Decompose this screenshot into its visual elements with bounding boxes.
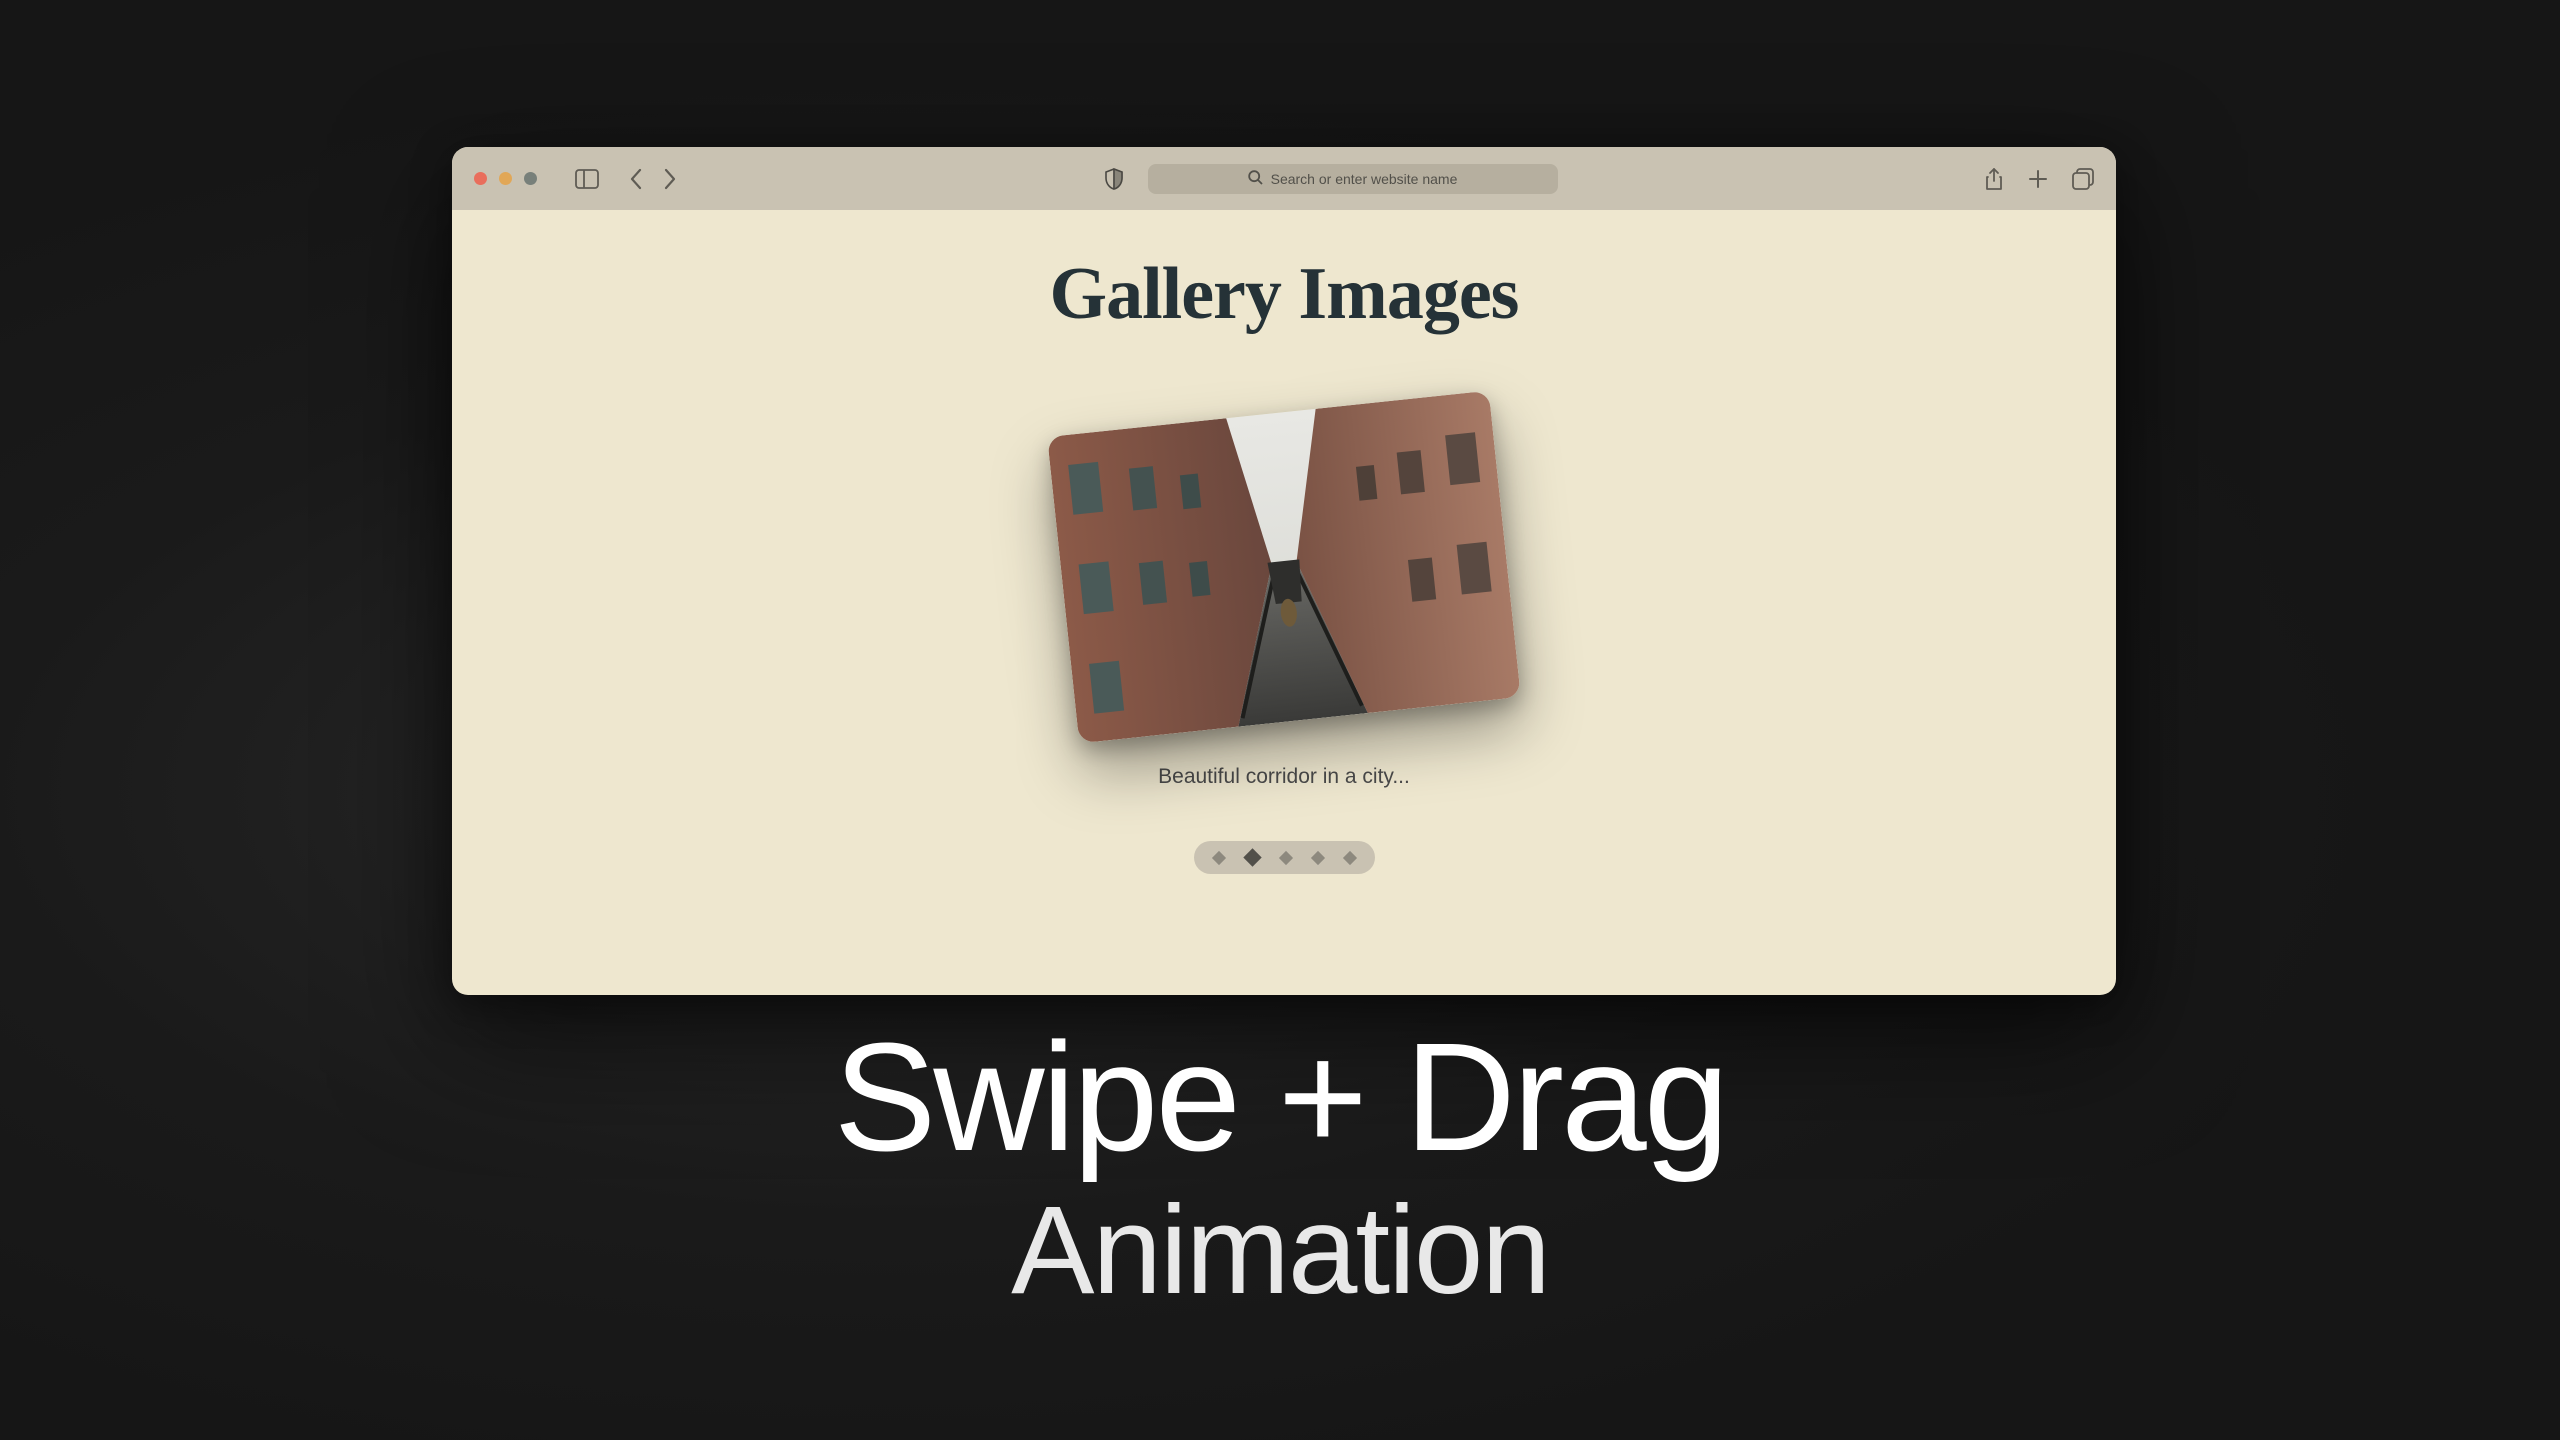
pagination-dot[interactable] bbox=[1211, 850, 1225, 864]
address-bar-placeholder: Search or enter website name bbox=[1271, 171, 1458, 187]
back-button[interactable] bbox=[629, 168, 643, 190]
pagination-dot-active[interactable] bbox=[1243, 848, 1261, 866]
toolbar-center: Search or enter website name bbox=[693, 164, 1968, 194]
promo-headline: Swipe + Drag Animation bbox=[0, 1020, 2560, 1320]
browser-toolbar: Search or enter website name bbox=[452, 147, 2116, 210]
gallery-caption: Beautiful corridor in a city... bbox=[1158, 765, 1410, 789]
pagination-dot[interactable] bbox=[1342, 850, 1356, 864]
new-tab-icon[interactable] bbox=[2028, 169, 2048, 189]
window-close-button[interactable] bbox=[474, 172, 487, 185]
page-content: Gallery Images bbox=[452, 210, 2116, 995]
headline-line-2: Animation bbox=[0, 1182, 2560, 1320]
pagination-dots bbox=[1194, 841, 1375, 874]
browser-window: Search or enter website name bbox=[452, 147, 2116, 995]
tabs-overview-icon[interactable] bbox=[2072, 168, 2094, 190]
headline-line-1: Swipe + Drag bbox=[0, 1020, 2560, 1174]
address-bar[interactable]: Search or enter website name bbox=[1148, 164, 1558, 194]
pagination-dot[interactable] bbox=[1278, 850, 1292, 864]
search-icon bbox=[1248, 170, 1263, 188]
pagination-dot[interactable] bbox=[1310, 850, 1324, 864]
window-minimize-button[interactable] bbox=[499, 172, 512, 185]
window-maximize-button[interactable] bbox=[524, 172, 537, 185]
privacy-shield-icon[interactable] bbox=[1104, 168, 1124, 190]
toolbar-right bbox=[1984, 167, 2094, 191]
nav-arrows bbox=[629, 168, 677, 190]
forward-button[interactable] bbox=[663, 168, 677, 190]
sidebar-toggle-icon[interactable] bbox=[575, 169, 599, 189]
page-title: Gallery Images bbox=[1050, 252, 1519, 337]
traffic-lights bbox=[474, 172, 537, 185]
share-icon[interactable] bbox=[1984, 167, 2004, 191]
gallery-image-card[interactable] bbox=[1047, 391, 1521, 744]
